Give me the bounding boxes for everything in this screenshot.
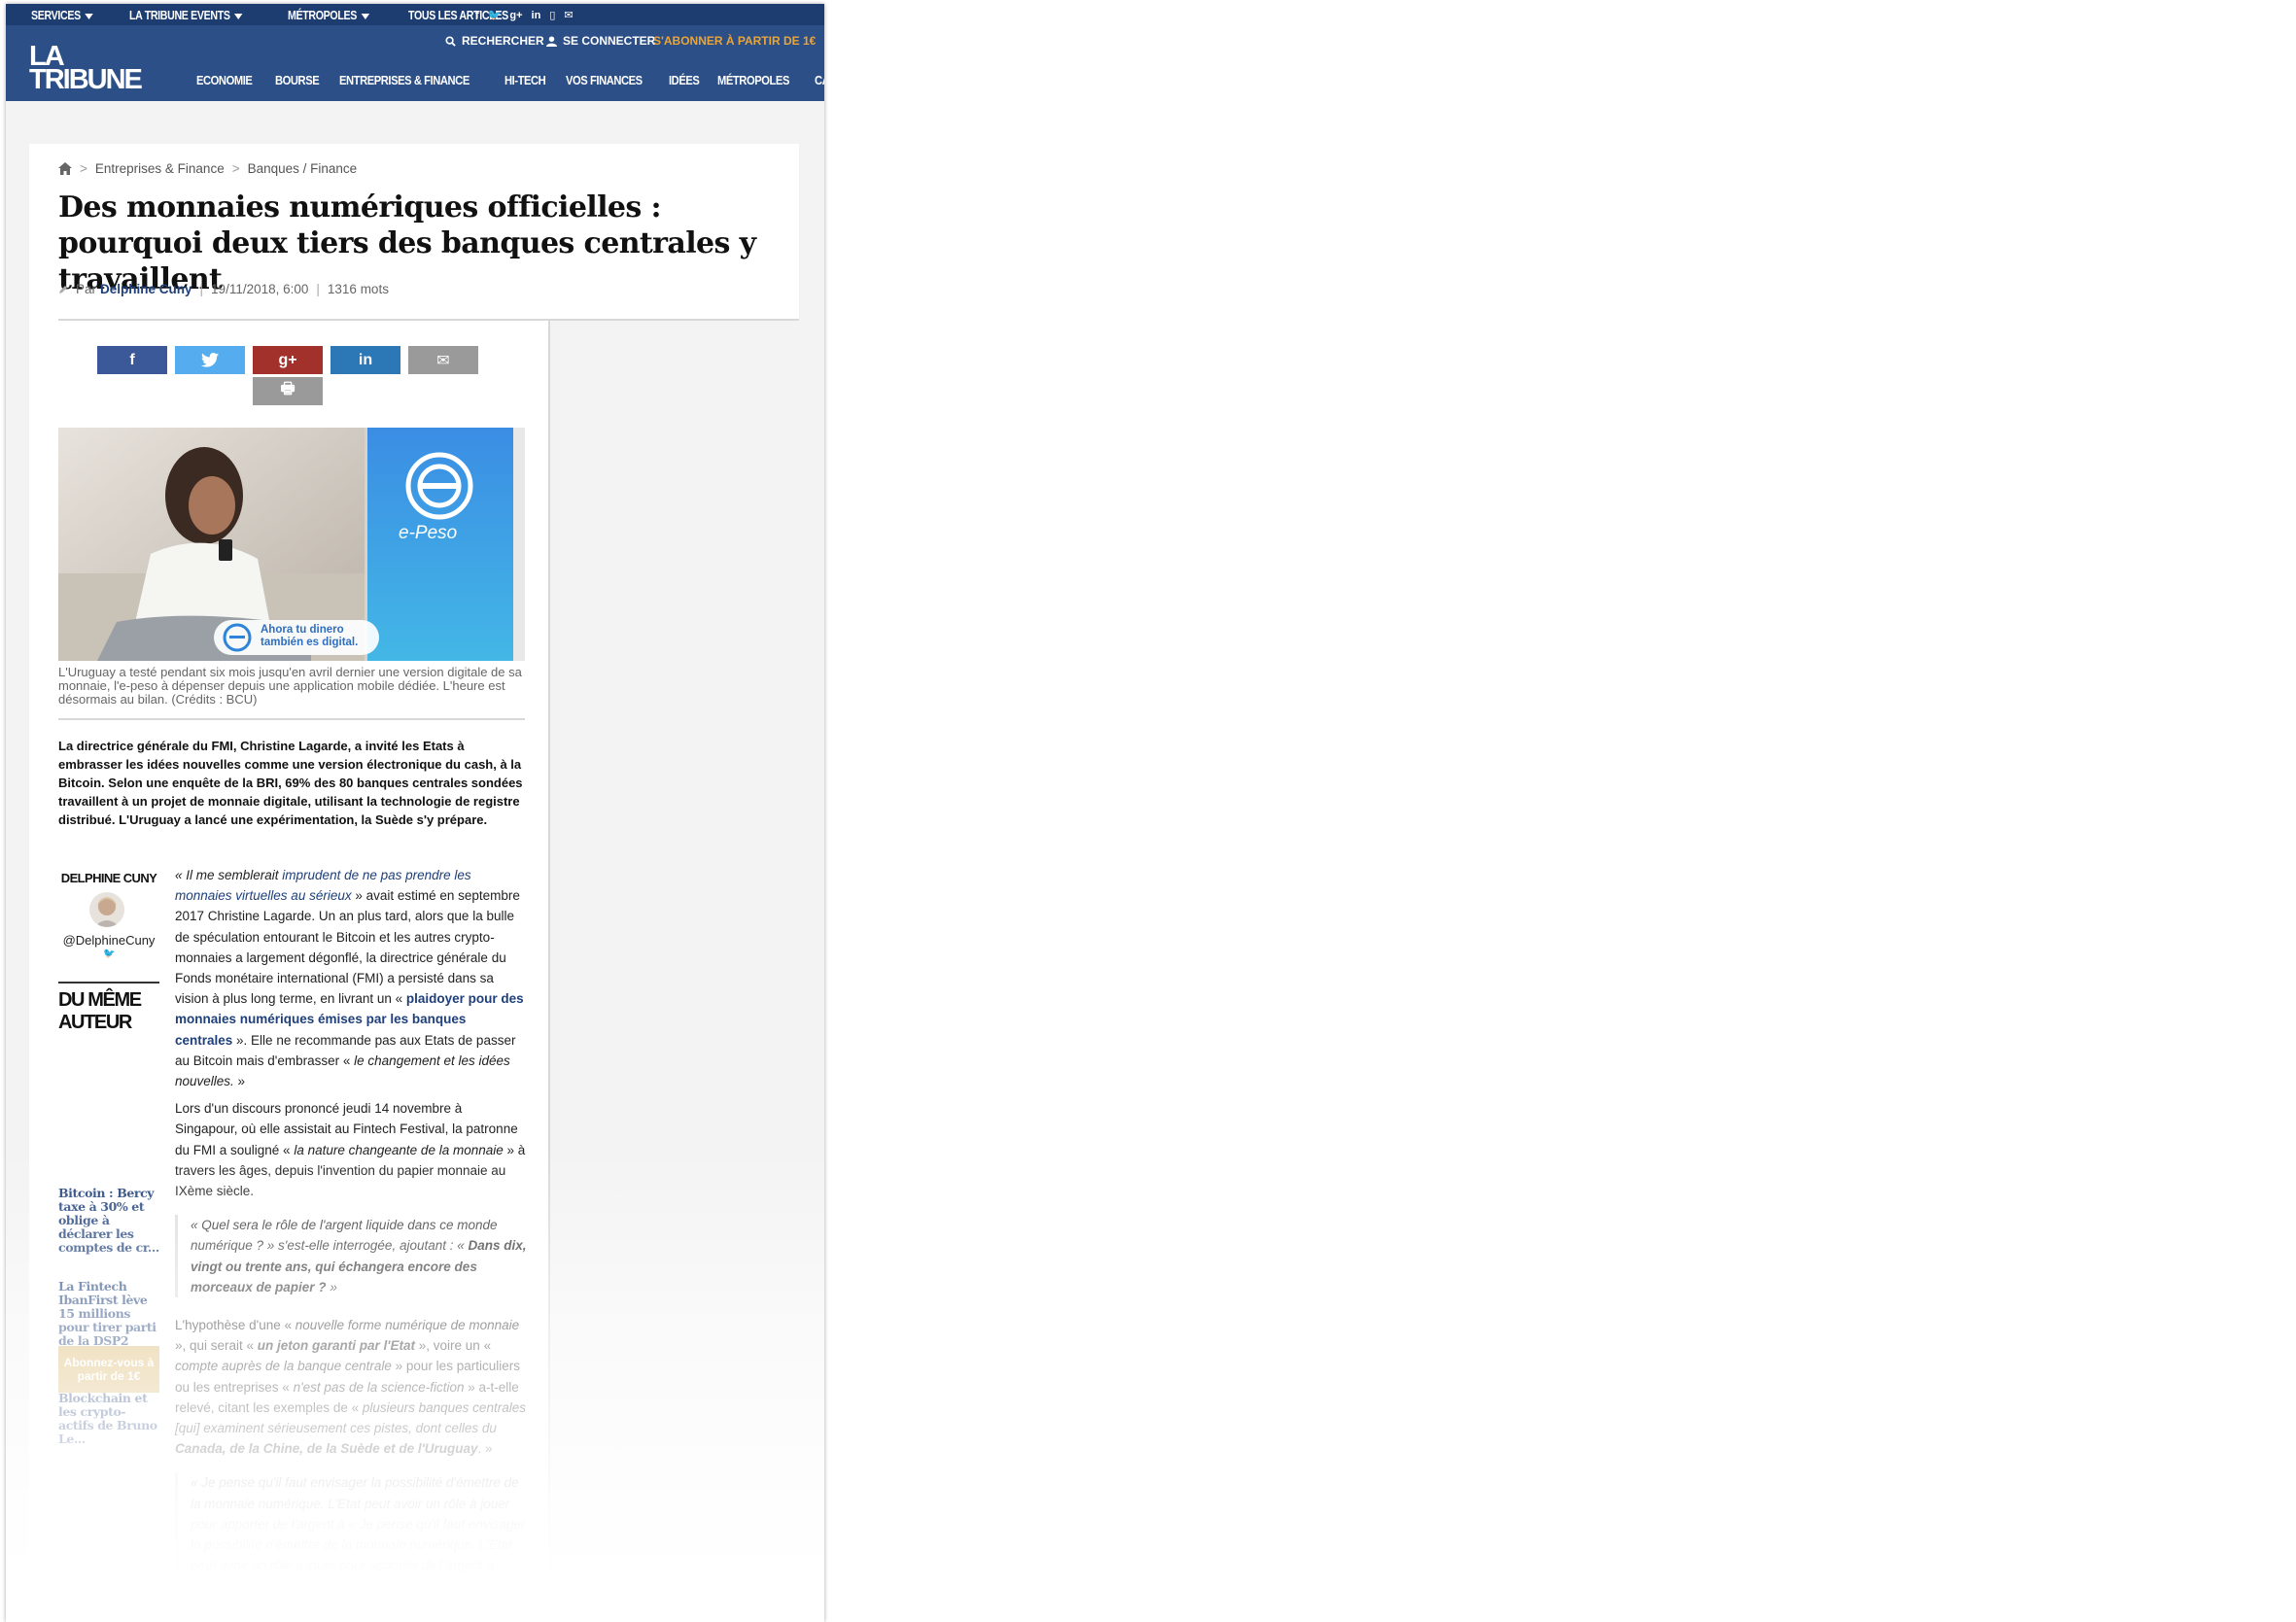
linkedin-icon[interactable]: in <box>532 10 541 21</box>
browser-page: SERVICES LA TRIBUNE EVENTS MÉTROPOLES TO… <box>6 4 824 1622</box>
search-link[interactable]: RECHERCHER <box>445 34 544 48</box>
share-twitter-button[interactable]: 🐦 <box>175 346 245 374</box>
author-photo <box>94 897 120 927</box>
nav-idees[interactable]: IDÉES <box>669 73 700 87</box>
nav-vos-finances[interactable]: VOS FINANCES <box>566 73 643 87</box>
twitter-icon <box>201 353 219 367</box>
nav-bourse[interactable]: BOURSE <box>275 73 320 87</box>
site-header: SERVICES LA TRIBUNE EVENTS MÉTROPOLES TO… <box>6 4 824 101</box>
top-nav: SERVICES LA TRIBUNE EVENTS MÉTROPOLES TO… <box>31 9 526 22</box>
mail-icon: ✉ <box>436 352 450 369</box>
avatar[interactable] <box>89 892 124 927</box>
blockquote: « Quel sera le rôle de l'argent liquide … <box>175 1215 527 1298</box>
author-link[interactable]: Delphine Cuny <box>100 282 192 296</box>
share-email-button[interactable]: ✉ <box>408 346 478 374</box>
facebook-icon[interactable]: f <box>475 10 479 21</box>
word-count: 1316 mots <box>327 282 389 296</box>
subscribe-link[interactable]: S'ABONNER À PARTIR DE 1€ <box>653 34 816 48</box>
publish-date: 19/11/2018, 6:00 <box>211 282 309 296</box>
twitter-icon[interactable]: 🐦 <box>488 9 502 21</box>
home-icon[interactable] <box>58 162 72 175</box>
topnav-services[interactable]: SERVICES <box>31 9 93 22</box>
paragraph: « Il me semblerait imprudent de ne pas p… <box>175 868 524 1089</box>
du-meme-auteur-heading: DU MÊME AUTEUR <box>58 989 142 1033</box>
gplus-icon[interactable]: g+ <box>509 10 522 21</box>
gplus-icon: g+ <box>278 351 297 368</box>
social-links: f 🐦 g+ in ▯ ✉ <box>475 9 574 22</box>
image-caption: L'Uruguay a testé pendant six mois jusqu… <box>58 665 522 707</box>
divider <box>58 718 525 720</box>
paragraph: L'hypothèse d'une « nouvelle forme numér… <box>175 1318 526 1457</box>
share-gplus-button[interactable]: g+ <box>253 346 323 374</box>
image-badge-text: Ahora tu dinero también es digital. <box>261 624 359 648</box>
article-body: « Il me semblerait imprudent de ne pas p… <box>175 865 527 1594</box>
main-nav: ECONOMIE BOURSE ENTREPRISES & FINANCE HI… <box>196 73 824 87</box>
blockquote: « Je pense qu'il faut envisager la possi… <box>175 1472 527 1576</box>
chevron-down-icon <box>85 13 93 19</box>
mail-icon[interactable]: ✉ <box>564 9 573 21</box>
author-twitter-handle[interactable]: @DelphineCuny <box>58 933 159 948</box>
topnav-metropoles[interactable]: MÉTROPOLES <box>288 9 369 22</box>
nav-metropoles[interactable]: MÉTROPOLES <box>717 73 789 87</box>
mobile-icon[interactable]: ▯ <box>549 9 555 21</box>
related-article-link[interactable]: Bitcoin : Bercy taxe à 30% et oblige à d… <box>58 1187 159 1255</box>
article-lead: La directrice générale du FMI, Christine… <box>58 739 523 827</box>
article-card: > Entreprises & Finance > Banques / Fina… <box>29 144 801 1622</box>
share-facebook-button[interactable]: f <box>97 346 167 374</box>
topnav-events[interactable]: LA TRIBUNE EVENTS <box>129 9 243 22</box>
linkedin-icon: in <box>358 351 373 368</box>
breadcrumb: > Entreprises & Finance > Banques / Fina… <box>58 161 357 176</box>
print-icon: 🖶 <box>280 381 296 397</box>
article-image: e-Peso Ahora tu dinero también es digita… <box>58 428 525 661</box>
nav-hi-tech[interactable]: HI-TECH <box>504 73 546 87</box>
share-linkedin-button[interactable]: in <box>330 346 400 374</box>
related-article-link[interactable]: La Fintech IbanFirst lève 15 millions po… <box>58 1280 159 1348</box>
breadcrumb-banques[interactable]: Banques / Finance <box>248 161 358 176</box>
login-link[interactable]: SE CONNECTER <box>546 34 655 48</box>
breadcrumb-entreprises[interactable]: Entreprises & Finance <box>95 161 225 176</box>
twitter-icon[interactable]: 🐦 <box>103 949 115 959</box>
top-bar: SERVICES LA TRIBUNE EVENTS MÉTROPOLES TO… <box>6 4 824 25</box>
divider <box>58 982 159 984</box>
e-peso-brand: e-Peso <box>399 523 458 543</box>
paragraph: Lors d'un discours prononcé jeudi 14 nov… <box>175 1101 526 1199</box>
subscribe-button[interactable]: Abonnez-vous à partir de 1€ <box>58 1346 159 1393</box>
print-button[interactable]: 🖶 <box>253 377 323 405</box>
pencil-icon <box>59 285 67 293</box>
nav-economie[interactable]: ECONOMIE <box>196 73 253 87</box>
byline: Par Delphine Cuny | 19/11/2018, 6:00 | 1… <box>58 282 389 296</box>
right-column <box>548 319 801 1622</box>
divider <box>58 319 799 321</box>
search-icon <box>445 35 456 47</box>
nav-carrieres[interactable]: CARRIÈRES <box>815 73 824 87</box>
chevron-down-icon <box>360 13 369 19</box>
byline-separator: | <box>199 282 204 296</box>
facebook-icon: f <box>129 351 135 368</box>
nav-entreprises-finance[interactable]: ENTREPRISES & FINANCE <box>339 73 470 87</box>
user-icon <box>546 35 557 47</box>
author-name[interactable]: DELPHINE CUNY <box>58 871 159 885</box>
byline-separator: | <box>316 282 320 296</box>
site-logo[interactable]: LA TRIBUNE <box>29 43 143 94</box>
chevron-down-icon <box>233 13 243 19</box>
